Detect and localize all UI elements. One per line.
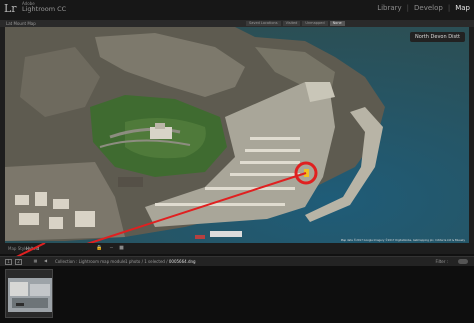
title-bar: Lr Adobe Lightroom CC Library | Develop … bbox=[0, 0, 474, 20]
nav-back-icon[interactable]: ◀ bbox=[42, 259, 49, 265]
lightroom-logo: Lr bbox=[4, 2, 17, 15]
filmstrip bbox=[0, 266, 474, 323]
module-picker: Library | Develop | Map bbox=[377, 4, 470, 12]
map-attribution: Map data ©2017 Google Imagery ©2017 Digi… bbox=[340, 239, 465, 242]
location-text: Lat Mount Map bbox=[6, 21, 36, 26]
photo-count-text: 1 photo / 1 selected / bbox=[125, 259, 168, 264]
module-map[interactable]: Map bbox=[455, 4, 470, 12]
loupe-view-icon[interactable]: 2 bbox=[15, 259, 22, 265]
brand-name: Lightroom CC bbox=[22, 5, 67, 13]
grid-view-icon[interactable]: 1 bbox=[5, 259, 12, 265]
filter-label: Filter : bbox=[435, 259, 448, 264]
satellite-image bbox=[5, 27, 469, 243]
map-filter-tabs: Saved Locations Visited Unmapped None bbox=[246, 21, 345, 26]
module-separator: | bbox=[406, 4, 410, 12]
photo-count: 1 photo / 1 selected / 0005664.dng bbox=[125, 259, 196, 264]
thumbnail-image bbox=[6, 270, 52, 317]
collection-source[interactable]: Collection : Lightroom map module bbox=[55, 259, 125, 264]
tab-saved-locations[interactable]: Saved Locations bbox=[246, 21, 281, 26]
module-separator: | bbox=[447, 4, 451, 12]
module-library[interactable]: Library bbox=[377, 4, 401, 12]
tab-unmapped[interactable]: Unmapped bbox=[302, 21, 328, 26]
location-filter-bar: Lat Mount Map Saved Locations Visited Un… bbox=[0, 20, 474, 27]
tab-visited[interactable]: Visited bbox=[282, 21, 301, 26]
map-location-label: North Devon Distt bbox=[409, 32, 465, 42]
selected-file-name: 0005664.dng bbox=[168, 259, 196, 264]
photo-thumbnail[interactable] bbox=[5, 269, 53, 318]
tab-none[interactable]: None bbox=[329, 21, 345, 26]
module-develop[interactable]: Develop bbox=[414, 4, 443, 12]
filmstrip-bar: 1 2 ▦ ◀ Collection : Lightroom map modul… bbox=[0, 256, 474, 266]
filter-toggle[interactable] bbox=[458, 259, 468, 264]
right-panel-collapsed[interactable] bbox=[469, 27, 474, 243]
grid-view-icon[interactable]: ▦ bbox=[32, 259, 39, 265]
map-view[interactable]: North Devon Distt Map data ©2017 Google … bbox=[5, 27, 469, 243]
